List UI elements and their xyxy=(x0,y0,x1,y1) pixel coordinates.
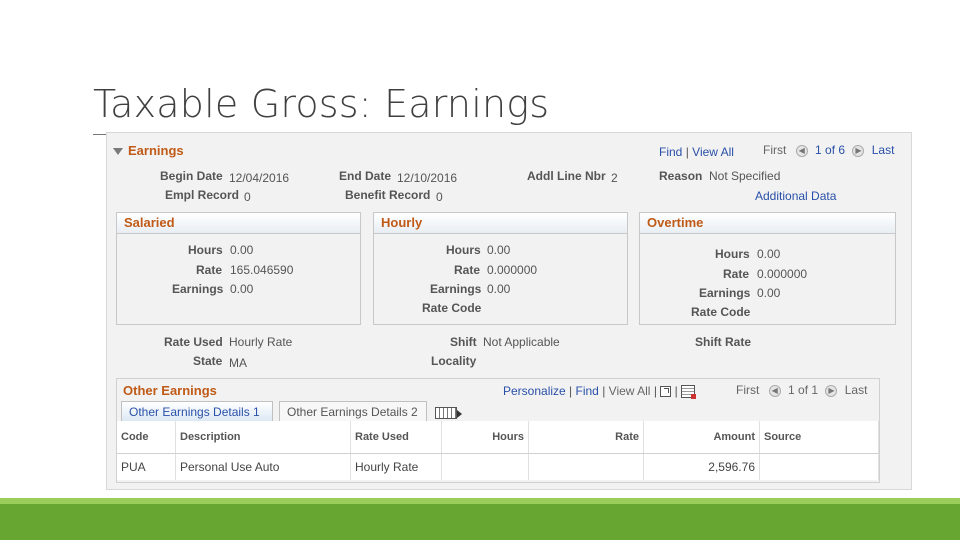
hourly-rate-label: Rate xyxy=(454,263,481,277)
last-link[interactable]: Last xyxy=(845,383,868,397)
reason-value: Not Specified xyxy=(709,169,781,183)
other-earnings-box: Other Earnings Personalize | Find | View… xyxy=(116,378,880,483)
overtime-hours-label: Hours xyxy=(715,247,750,261)
hourly-header: Hourly xyxy=(374,213,627,234)
cell-hours xyxy=(441,453,529,480)
zoom-grid-icon[interactable] xyxy=(660,386,672,398)
cell-source xyxy=(759,453,879,480)
overtime-earnings-label: Earnings xyxy=(699,286,751,300)
col-amount[interactable]: Amount xyxy=(643,421,760,454)
rate-used-value: Hourly Rate xyxy=(229,335,293,349)
table-row: PUA Personal Use Auto Hourly Rate 2,596.… xyxy=(117,453,879,480)
previous-arrow-icon[interactable]: ◀ xyxy=(768,384,781,397)
salaried-hours-label: Hours xyxy=(188,243,223,257)
show-all-columns-icon[interactable] xyxy=(435,405,462,419)
hourly-earnings-label: Earnings xyxy=(430,282,482,296)
personalize-link[interactable]: Personalize xyxy=(503,384,566,398)
col-rate[interactable]: Rate xyxy=(528,421,644,454)
col-rate-used[interactable]: Rate Used xyxy=(350,421,442,454)
hourly-earnings-value: 0.00 xyxy=(487,282,511,296)
col-description[interactable]: Description xyxy=(175,421,351,454)
benefit-record-value: 0 xyxy=(436,190,443,204)
overtime-hours-value: 0.00 xyxy=(757,247,781,261)
cell-description: Personal Use Auto xyxy=(175,453,351,480)
shift-label: Shift xyxy=(450,335,477,349)
other-earnings-header: Other Earnings xyxy=(123,383,217,398)
rate-used-label: Rate Used xyxy=(164,335,223,349)
hourly-rate-code-label: Rate Code xyxy=(422,301,482,315)
find-link[interactable]: Find xyxy=(659,145,682,159)
next-arrow-icon[interactable]: ▶ xyxy=(852,144,865,157)
tab-other-earnings-details-1[interactable]: Other Earnings Details 1 xyxy=(121,401,273,421)
begin-date-label: Begin Date xyxy=(160,169,223,183)
peoplesoft-screenshot: Earnings Find | View All First ◀ 1 of 6 … xyxy=(106,132,912,490)
col-source[interactable]: Source xyxy=(759,421,879,454)
salaried-earnings-label: Earnings xyxy=(172,282,224,296)
first-link[interactable]: First xyxy=(736,383,759,397)
end-date-label: End Date xyxy=(339,169,392,183)
empl-record-label: Empl Record xyxy=(165,188,240,202)
earnings-header-label: Earnings xyxy=(128,143,184,158)
last-link[interactable]: Last xyxy=(872,143,895,157)
state-label: State xyxy=(193,354,223,368)
shift-value: Not Applicable xyxy=(483,335,560,349)
benefit-record-label: Benefit Record xyxy=(345,188,431,202)
reason-label: Reason xyxy=(659,169,703,183)
overtime-earnings-value: 0.00 xyxy=(757,286,781,300)
download-excel-icon[interactable] xyxy=(681,385,697,400)
cell-rate-used: Hourly Rate xyxy=(350,453,442,480)
empl-record-value: 0 xyxy=(244,190,251,204)
previous-arrow-icon[interactable]: ◀ xyxy=(795,144,808,157)
salaried-earnings-value: 0.00 xyxy=(230,282,254,296)
slide-title: Taxable Gross: Earnings xyxy=(93,82,550,126)
row-counter: 1 of 6 xyxy=(815,143,846,157)
earnings-section-header[interactable]: Earnings xyxy=(113,143,184,158)
other-earnings-grid: Code Description Rate Used Hours Rate Am… xyxy=(117,421,879,480)
find-link[interactable]: Find xyxy=(576,384,599,398)
cell-code: PUA xyxy=(117,453,176,480)
salaried-rate-value: 165.046590 xyxy=(230,263,294,277)
state-value: MA xyxy=(229,356,247,370)
footer-band-dark xyxy=(0,504,960,540)
addl-line-label: Addl Line Nbr xyxy=(527,169,606,183)
overtime-header: Overtime xyxy=(640,213,895,234)
view-all-link[interactable]: View All xyxy=(609,384,651,398)
shift-rate-label: Shift Rate xyxy=(695,335,752,349)
salaried-hours-value: 0.00 xyxy=(230,243,254,257)
cell-amount: 2,596.76 xyxy=(643,453,760,480)
view-all-link[interactable]: View All xyxy=(692,145,734,159)
other-earnings-pager: First ◀ 1 of 1 ▶ Last xyxy=(736,383,867,397)
hourly-hours-value: 0.00 xyxy=(487,243,511,257)
salaried-rate-label: Rate xyxy=(196,263,223,277)
collapse-triangle-icon[interactable] xyxy=(113,148,123,156)
locality-label: Locality xyxy=(431,354,477,368)
salaried-header: Salaried xyxy=(117,213,360,234)
overtime-rate-value: 0.000000 xyxy=(757,267,808,281)
cell-rate xyxy=(528,453,644,480)
overtime-rate-label: Rate xyxy=(723,267,750,281)
grid-header-row: Code Description Rate Used Hours Rate Am… xyxy=(117,421,879,454)
tab-other-earnings-details-2[interactable]: Other Earnings Details 2 xyxy=(279,401,427,421)
row-counter: 1 of 1 xyxy=(788,383,819,397)
col-code[interactable]: Code xyxy=(117,421,176,454)
begin-date-value: 12/04/2016 xyxy=(229,171,290,185)
overtime-rate-code-label: Rate Code xyxy=(691,305,751,319)
hourly-rate-value: 0.000000 xyxy=(487,263,538,277)
other-earnings-nav: Personalize | Find | View All | | xyxy=(503,384,697,400)
end-date-value: 12/10/2016 xyxy=(397,171,458,185)
addl-line-value: 2 xyxy=(611,171,618,185)
earnings-nav: Find | View All xyxy=(659,145,734,159)
hourly-hours-label: Hours xyxy=(446,243,481,257)
earnings-pager: First ◀ 1 of 6 ▶ Last xyxy=(763,143,894,157)
next-arrow-icon[interactable]: ▶ xyxy=(825,384,838,397)
first-link[interactable]: First xyxy=(763,143,786,157)
additional-data-link[interactable]: Additional Data xyxy=(755,189,836,203)
col-hours[interactable]: Hours xyxy=(441,421,529,454)
